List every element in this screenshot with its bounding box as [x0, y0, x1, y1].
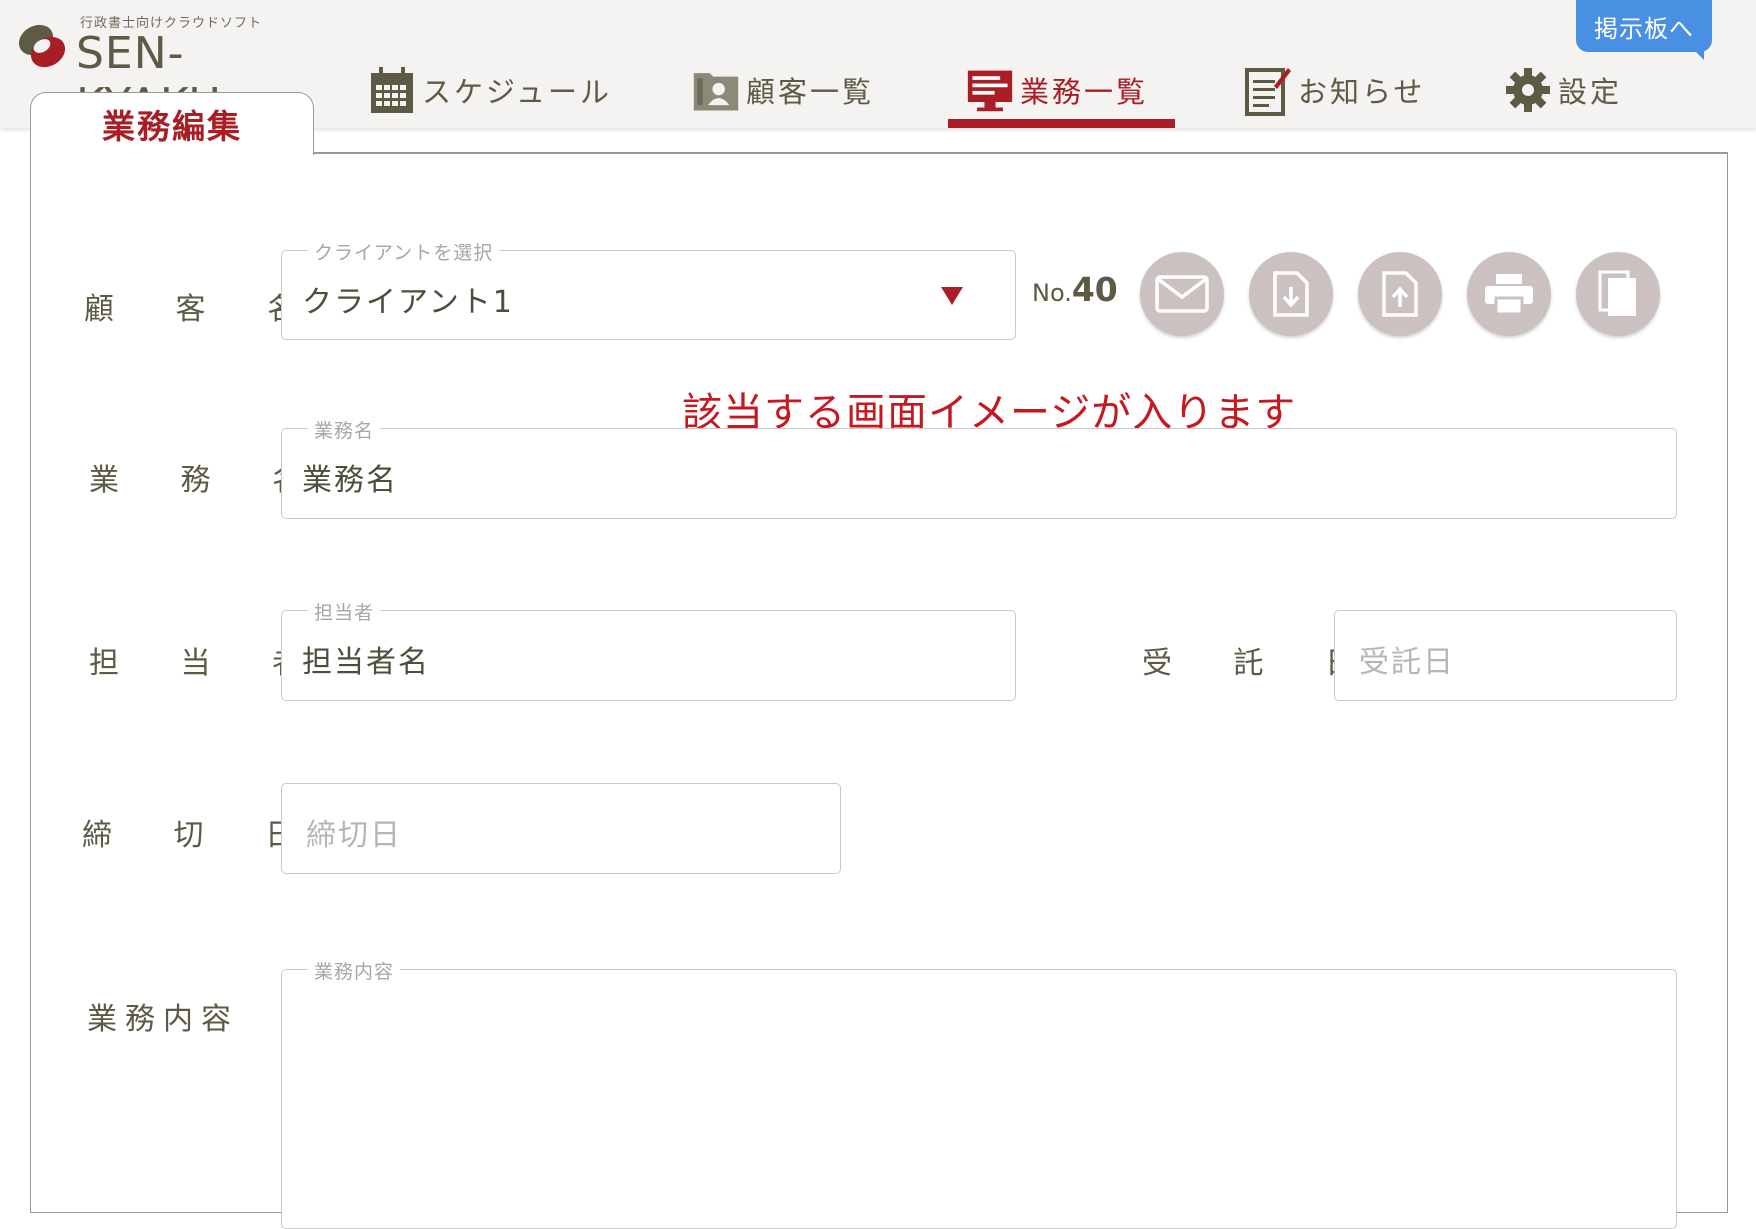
printer-icon [1485, 274, 1533, 316]
task-number-value: 40 [1071, 270, 1118, 309]
nav-settings-label: 設定 [1558, 75, 1623, 109]
copy-button[interactable] [1576, 252, 1660, 336]
content-label: 業務内容 [87, 1002, 239, 1037]
task-number-prefix: No. [1032, 279, 1072, 307]
tab-task-edit[interactable]: 業務編集 [30, 92, 314, 155]
nav-tasks[interactable]: 業務一覧 [966, 58, 1148, 122]
deadline-placeholder: 締切日 [306, 818, 402, 853]
board-button[interactable]: 掲示板へ [1576, 0, 1712, 52]
received-date-field[interactable]: 受託日 [1334, 610, 1677, 701]
gear-icon [1504, 64, 1552, 116]
download-button[interactable] [1249, 252, 1333, 336]
assignee-field[interactable]: 担当者 担当者名 [281, 598, 1016, 701]
upload-button[interactable] [1358, 252, 1442, 336]
monitor-list-icon [966, 64, 1014, 116]
file-download-icon [1273, 271, 1309, 317]
deadline-field[interactable]: 締切日 [281, 783, 841, 874]
nav-notices[interactable]: お知らせ [1244, 58, 1425, 122]
contacts-folder-icon [692, 64, 740, 116]
task-name-value: 業務名 [302, 463, 398, 498]
content-textarea[interactable]: 業務内容 [281, 957, 1677, 1229]
task-name-field[interactable]: 業務名 業務名 [281, 416, 1677, 519]
task-number: No.40 [1032, 270, 1118, 309]
nav-schedule-label: スケジュール [422, 75, 612, 109]
board-button-tail [1690, 46, 1704, 60]
client-legend: クライアントを選択 [308, 238, 500, 265]
received-date-placeholder: 受託日 [1359, 645, 1455, 680]
assignee-value: 担当者名 [302, 645, 430, 680]
dropdown-caret-icon [941, 287, 963, 305]
file-upload-icon [1382, 271, 1418, 317]
task-name-legend: 業務名 [308, 416, 381, 443]
nav-tasks-label: 業務一覧 [1020, 75, 1149, 109]
client-value: クライアント1 [302, 285, 514, 320]
copy-icon [1598, 270, 1636, 316]
logo-mark-icon [18, 24, 66, 68]
app-logo[interactable]: 行政書士向けクラウドソフト SEN-KYAKU [12, 12, 322, 130]
envelope-icon [1155, 275, 1209, 313]
nav-notices-label: お知らせ [1298, 75, 1426, 109]
content-legend: 業務内容 [308, 957, 401, 984]
assignee-legend: 担当者 [308, 598, 381, 625]
panel-top-border [312, 152, 1727, 154]
nav-settings[interactable]: 設定 [1504, 58, 1622, 122]
active-tab-indicator [948, 119, 1175, 128]
nav-customers-label: 顧客一覧 [746, 75, 875, 109]
calendar-icon [368, 64, 416, 116]
nav-schedule[interactable]: スケジュール [368, 58, 612, 122]
client-select[interactable]: クライアントを選択 クライアント1 [281, 238, 1016, 340]
print-button[interactable] [1467, 252, 1551, 336]
notepad-pencil-icon [1244, 64, 1292, 116]
nav-customers[interactable]: 顧客一覧 [692, 58, 874, 122]
mail-button[interactable] [1140, 252, 1224, 336]
